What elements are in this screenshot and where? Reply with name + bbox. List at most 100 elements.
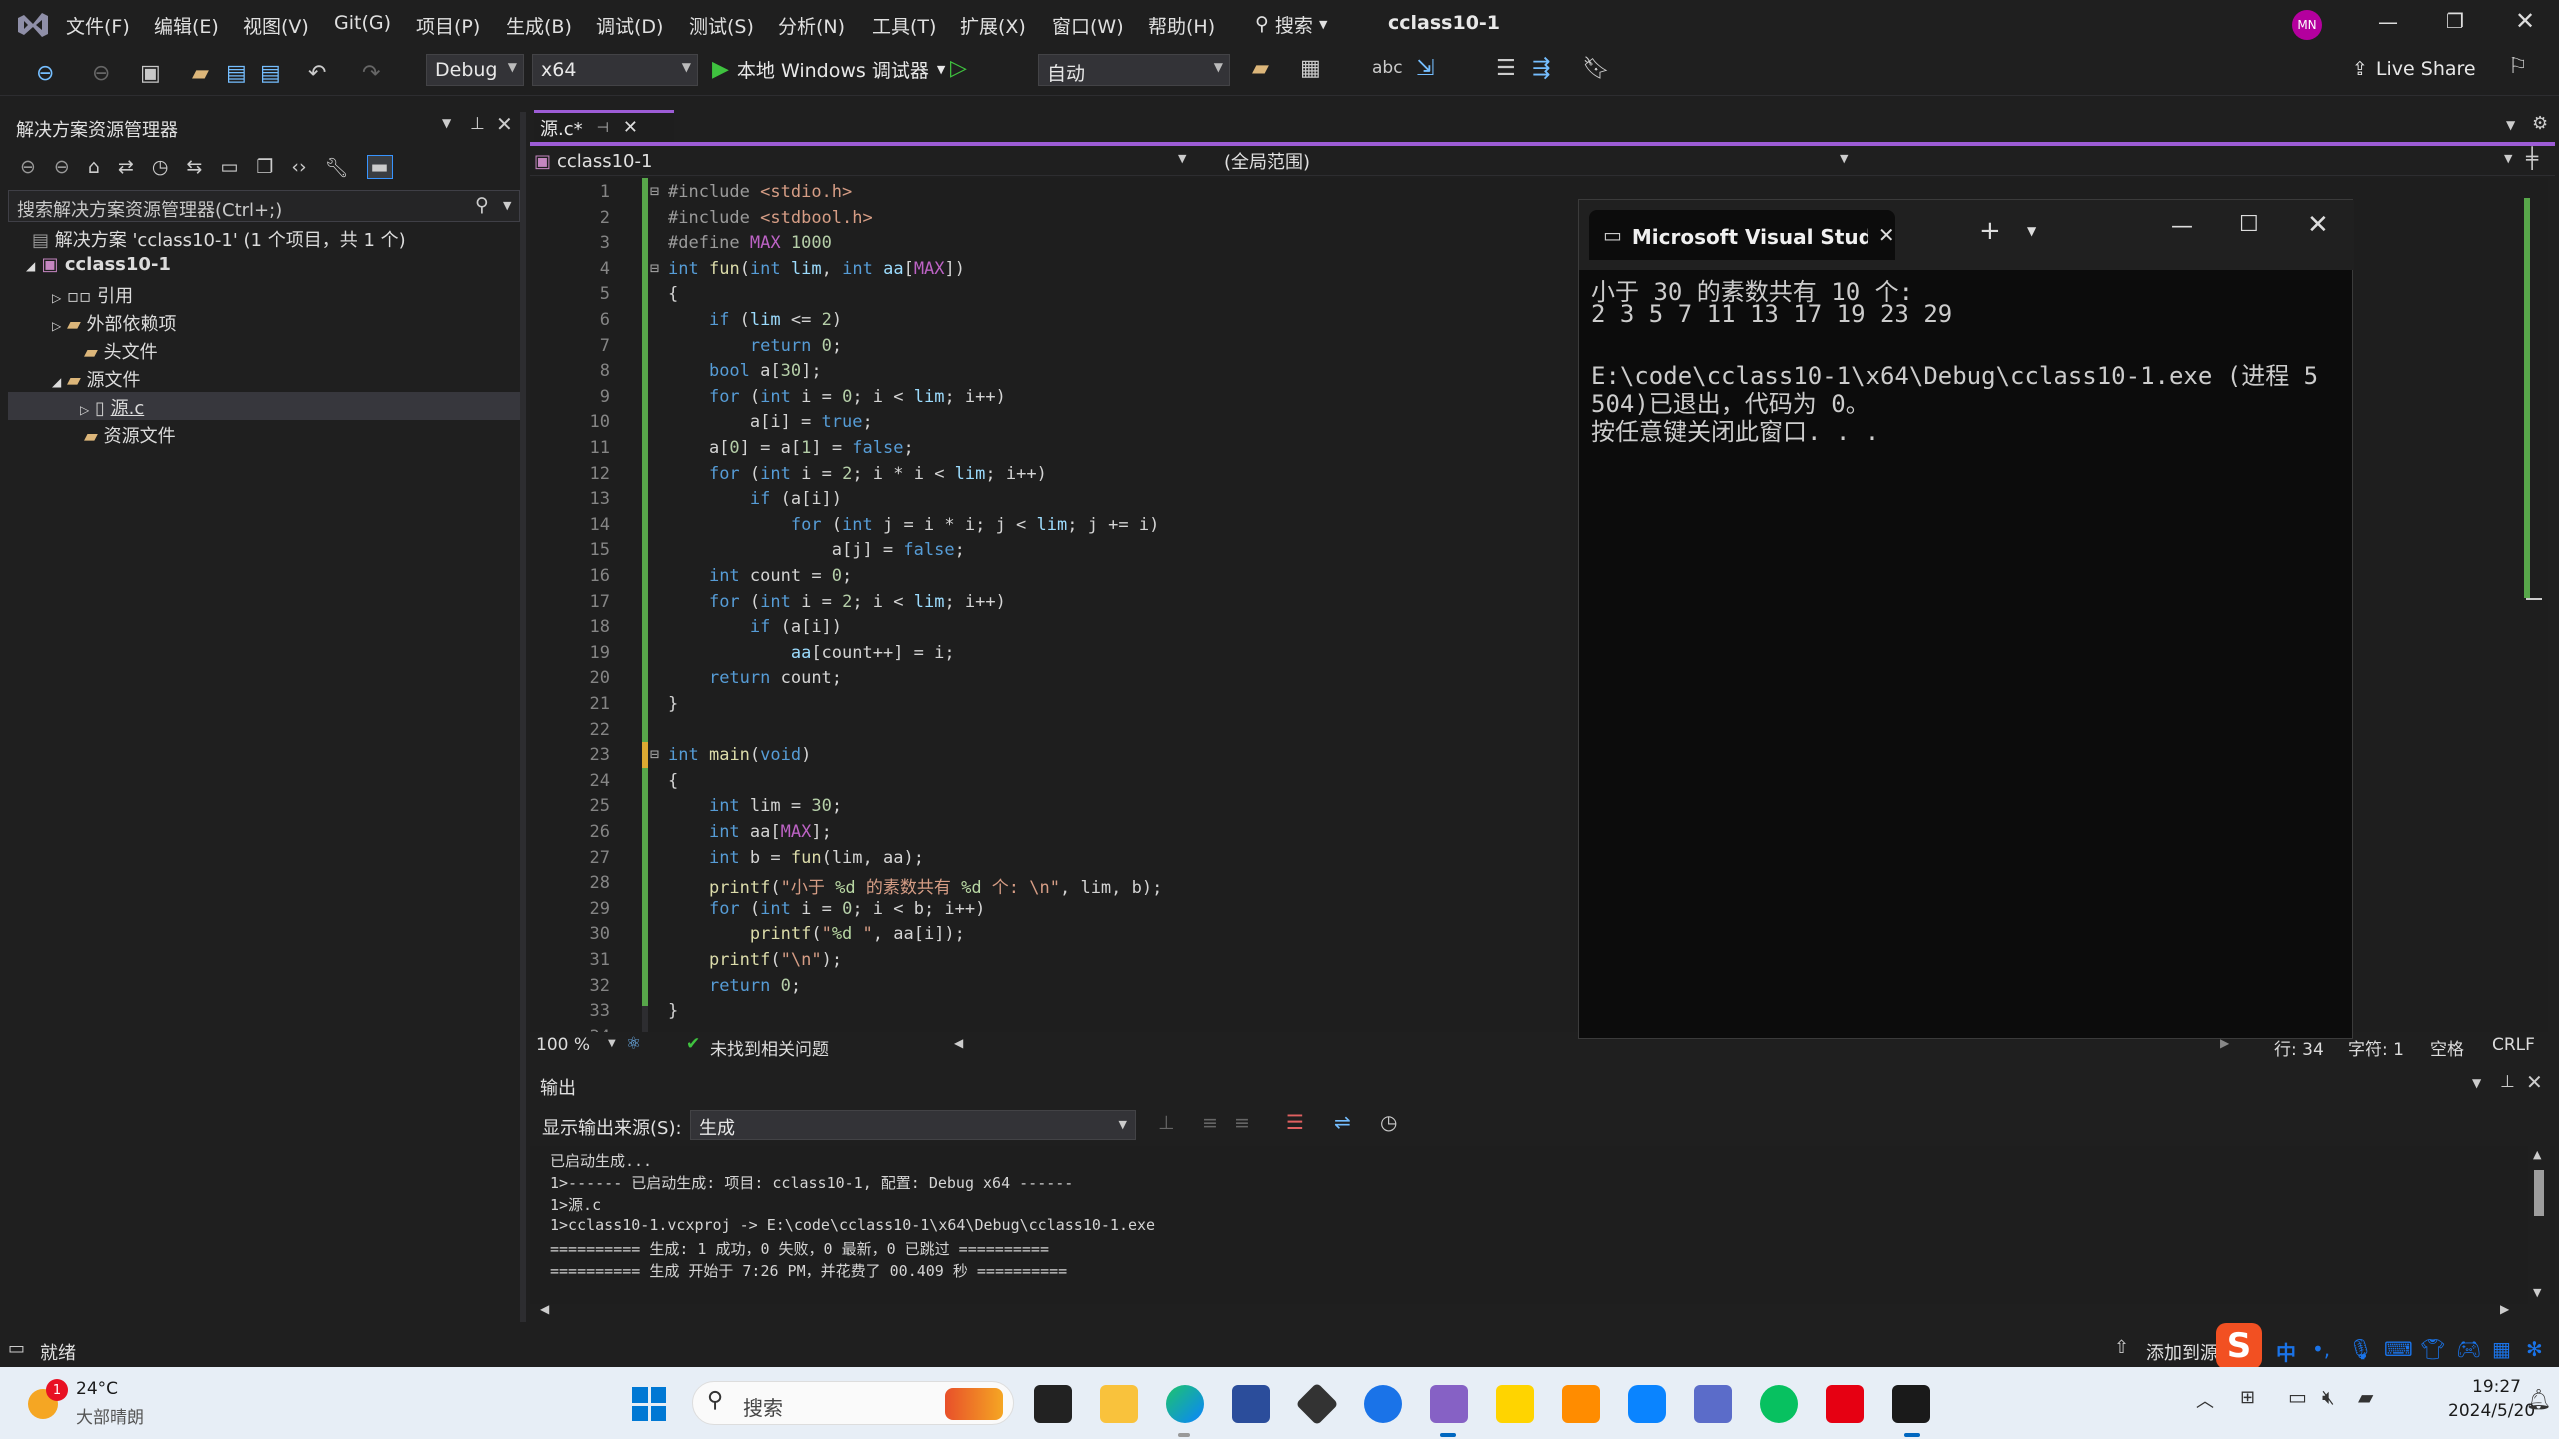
tree-header-files[interactable]: ▰ 头文件 xyxy=(84,338,158,364)
indent-icon[interactable]: ☰ xyxy=(1496,56,1516,81)
notifications-icon[interactable]: 🔔︎ xyxy=(2526,1387,2551,1411)
clock-date[interactable]: 2024/5/20 xyxy=(2448,1401,2535,1421)
visual-studio-logo-icon[interactable] xyxy=(16,10,50,40)
gear-icon[interactable]: ⚙ xyxy=(2532,113,2548,134)
restore-icon[interactable]: ❐ xyxy=(2446,9,2464,33)
player-icon[interactable] xyxy=(1496,1385,1534,1423)
next-message-icon[interactable]: ≡ xyxy=(1234,1112,1250,1134)
menu-extensions[interactable]: 扩展(X) xyxy=(960,12,1026,39)
tree-source-files[interactable]: ◢ ▰ 源文件 xyxy=(52,366,141,392)
pin-icon[interactable]: ⊥ xyxy=(470,114,485,134)
unity-icon[interactable] xyxy=(1295,1382,1339,1426)
close-panel-icon[interactable]: ✕ xyxy=(496,112,513,136)
spellcheck-icon[interactable]: abc xyxy=(1372,58,1403,78)
tree-solution[interactable]: ▤ 解决方案 'cclass10-1' (1 个项目，共 1 个) xyxy=(32,226,406,252)
auto-select[interactable]: 自动 ▼ xyxy=(1038,54,1230,86)
zoom-level[interactable]: 100 % xyxy=(536,1035,590,1055)
switch-view-icon[interactable]: ⇄ xyxy=(118,156,134,178)
fold-toggle-icon[interactable]: ⊟ xyxy=(650,259,659,277)
output-scrollbar[interactable]: ▲ ▼ xyxy=(2528,1146,2550,1304)
volume-muted-icon[interactable]: 🔇︎ xyxy=(2322,1385,2335,1409)
chevron-down-icon[interactable]: ▼ xyxy=(2506,118,2515,132)
feedback-icon[interactable]: ⚐ xyxy=(2508,54,2528,79)
maximize-icon[interactable]: ☐ xyxy=(2239,212,2259,237)
menu-file[interactable]: 文件(F) xyxy=(66,12,130,39)
output-source-select[interactable]: 生成 ▼ xyxy=(690,1110,1136,1140)
home-icon[interactable]: ⌂ xyxy=(88,156,100,178)
menu-view[interactable]: 视图(V) xyxy=(243,12,309,39)
save-icon[interactable]: ▤ xyxy=(226,57,247,89)
new-tab-icon[interactable]: + xyxy=(1979,216,2001,246)
chevron-down-icon[interactable]: ▼ xyxy=(2472,1076,2481,1090)
windows-start-icon[interactable] xyxy=(632,1387,666,1421)
chevron-up-icon[interactable]: ︿ xyxy=(2196,1387,2214,1413)
tree-references[interactable]: ▷ ▫▫ 引用 xyxy=(52,282,133,308)
platform-select[interactable]: x64 ▼ xyxy=(532,54,698,86)
tree-source-c[interactable]: ▷ ▯ 源.c xyxy=(80,394,144,420)
undo-icon[interactable]: ↶ xyxy=(308,57,326,89)
start-without-debug-icon[interactable]: ▷ xyxy=(950,56,967,81)
history-icon[interactable]: ◷ xyxy=(152,156,169,178)
save-all-icon[interactable]: ▤ xyxy=(260,57,281,89)
nav-project-select[interactable]: ▣ cclass10-1 xyxy=(534,148,1194,174)
collapse-icon[interactable]: ▭ xyxy=(220,156,238,178)
copy-icon[interactable]: ❐ xyxy=(256,156,273,178)
punctuation-icon[interactable]: •, xyxy=(2312,1337,2330,1361)
toolbox-icon[interactable]: 🎮︎ xyxy=(2456,1337,2481,1361)
file-explorer-icon[interactable] xyxy=(1100,1385,1138,1423)
scroll-right-icon[interactable]: ▶ xyxy=(2500,1302,2509,1316)
settings-icon[interactable]: ✻ xyxy=(2526,1337,2543,1361)
menu-help[interactable]: 帮助(H) xyxy=(1148,12,1215,39)
menu-project[interactable]: 项目(P) xyxy=(416,12,480,39)
console-tab[interactable]: ▭ Microsoft Visual Studio 调试 ✕ xyxy=(1589,210,1895,260)
find-message-icon[interactable]: ⊥ xyxy=(1158,1112,1175,1134)
minimize-icon[interactable]: — xyxy=(2378,10,2398,34)
chevron-down-icon[interactable]: ▼ xyxy=(2027,224,2036,238)
close-icon[interactable]: ✕ xyxy=(2515,7,2535,35)
task-view-icon[interactable] xyxy=(1034,1385,1072,1423)
global-search[interactable]: ⚲ 搜索 ▼ xyxy=(1255,10,1327,38)
live-share-button[interactable]: ⇪ Live Share xyxy=(2352,58,2476,80)
menu-analyze[interactable]: 分析(N) xyxy=(778,12,845,39)
network-icon[interactable]: ▭ xyxy=(2288,1385,2307,1409)
chevron-down-icon[interactable]: ▼ xyxy=(2504,152,2512,165)
fold-toggle-icon[interactable]: ⊟ xyxy=(650,745,659,763)
tree-external-deps[interactable]: ▷ ▰ 外部依赖项 xyxy=(52,310,177,336)
avatar[interactable]: MN xyxy=(2292,10,2322,40)
menu-build[interactable]: 生成(B) xyxy=(506,12,572,39)
line-ending[interactable]: CRLF xyxy=(2492,1035,2535,1055)
forward-icon[interactable]: ⊖ xyxy=(54,156,70,178)
clear-all-icon[interactable]: ☰ xyxy=(1286,1110,1304,1134)
tree-project[interactable]: ◢ ▣ cclass10-1 xyxy=(26,254,171,275)
open-file-icon[interactable]: ▰ xyxy=(192,57,209,89)
add-to-source-control[interactable]: 添加到源 xyxy=(2146,1339,2216,1365)
close-tab-icon[interactable]: ✕ xyxy=(1878,223,1895,247)
visual-studio-taskbar-icon[interactable] xyxy=(1430,1385,1468,1423)
sogou-ime-icon[interactable]: S xyxy=(2216,1323,2262,1369)
tree-resource-files[interactable]: ▰ 资源文件 xyxy=(84,422,176,448)
ime-mode[interactable]: 中 xyxy=(2276,1337,2296,1366)
wrench-icon[interactable]: 🔧︎ xyxy=(325,156,349,179)
chevron-down-icon[interactable]: ▼ xyxy=(442,116,451,130)
clock-time[interactable]: 19:27 xyxy=(2472,1377,2521,1397)
pin-icon[interactable]: ⊣ xyxy=(597,120,609,136)
close-icon[interactable]: ✕ xyxy=(2307,210,2329,240)
forward-icon[interactable]: ⊖ xyxy=(92,57,110,89)
scroll-up-icon[interactable]: ▲ xyxy=(2533,1148,2541,1161)
taskbar-search[interactable]: ⚲ 搜索 xyxy=(692,1381,1014,1425)
pin-icon[interactable]: ⊥ xyxy=(2500,1072,2515,1092)
bookmark-icon[interactable]: 🔖︎ xyxy=(1582,56,1610,81)
menu-edit[interactable]: 编辑(E) xyxy=(154,12,219,39)
start-debug-button[interactable]: ▶ 本地 Windows 调试器 ▼ xyxy=(712,56,945,83)
terminal-taskbar-icon[interactable] xyxy=(1892,1385,1930,1423)
menu-debug[interactable]: 调试(D) xyxy=(596,12,663,39)
intellicode-icon[interactable]: ⚛ xyxy=(626,1034,641,1054)
whitespace-mode[interactable]: 空格 xyxy=(2430,1035,2464,1060)
menu-git[interactable]: Git(G) xyxy=(334,12,391,34)
battery-icon[interactable]: ▰ xyxy=(2358,1385,2373,1409)
nav-scope-select[interactable]: (全局范围) xyxy=(1210,148,1870,174)
redo-icon[interactable]: ↷ xyxy=(362,57,380,89)
edge-icon[interactable] xyxy=(1166,1385,1204,1423)
weather-widget[interactable]: 1 xyxy=(24,1379,68,1425)
store-icon[interactable] xyxy=(1232,1385,1270,1423)
